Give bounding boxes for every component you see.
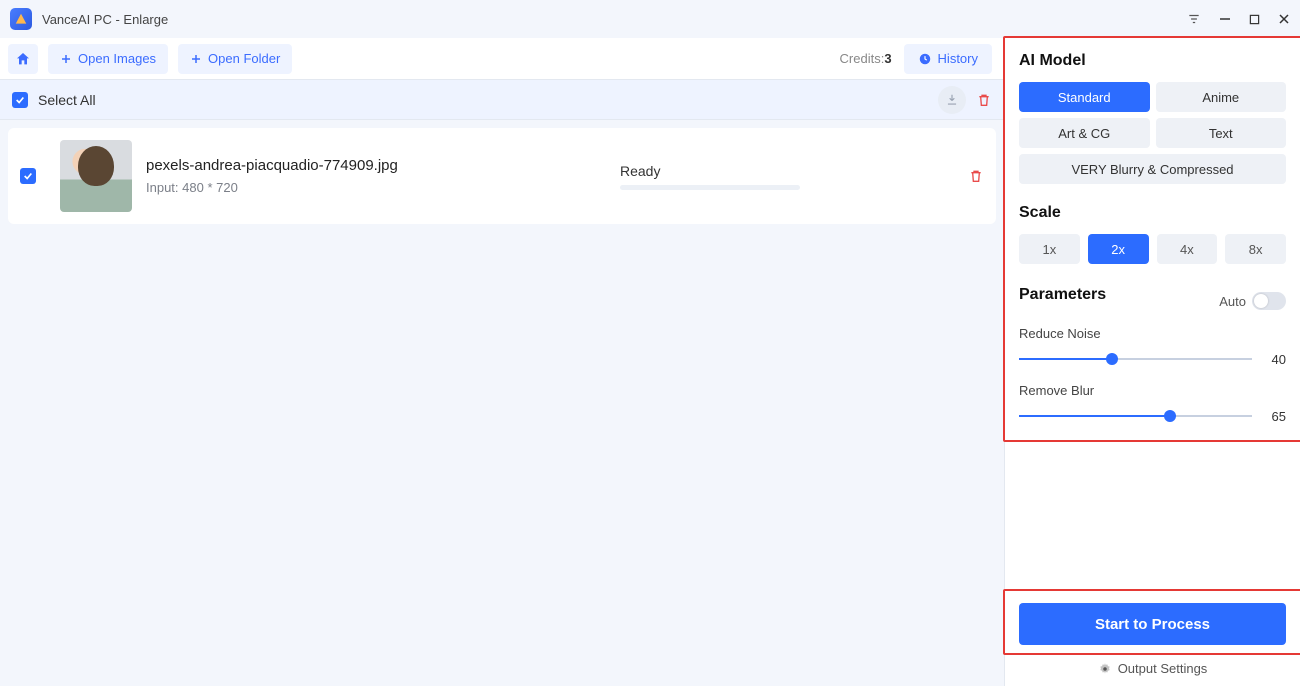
trash-icon	[976, 92, 992, 108]
side-panel: AI Model Standard Anime Art & CG Text VE…	[1004, 38, 1300, 686]
scale-options: 1x 2x 4x 8x	[1019, 234, 1286, 264]
output-settings-button[interactable]: Output Settings	[1005, 653, 1300, 686]
remove-blur-label: Remove Blur	[1019, 383, 1286, 398]
check-icon	[15, 95, 25, 105]
trash-icon	[968, 168, 984, 184]
window-controls	[1187, 12, 1290, 26]
toolbar: Open Images Open Folder Credits:3 Histor…	[0, 38, 1004, 80]
thumbnail	[60, 140, 132, 212]
home-icon	[15, 51, 31, 67]
filter-icon[interactable]	[1187, 12, 1201, 26]
output-settings-label: Output Settings	[1118, 661, 1208, 676]
download-all-button[interactable]	[938, 86, 966, 114]
history-button[interactable]: History	[904, 44, 992, 74]
delete-all-button[interactable]	[976, 92, 992, 108]
plus-icon	[60, 53, 72, 65]
credits-value: 3	[884, 51, 891, 66]
settings-block: AI Model Standard Anime Art & CG Text VE…	[1005, 38, 1300, 440]
content-pane: Open Images Open Folder Credits:3 Histor…	[0, 38, 1004, 686]
titlebar: VanceAI PC - Enlarge	[0, 0, 1300, 38]
home-button[interactable]	[8, 44, 38, 74]
model-standard[interactable]: Standard	[1019, 82, 1150, 112]
close-button[interactable]	[1278, 13, 1290, 25]
delete-file-button[interactable]	[968, 168, 984, 184]
history-label: History	[938, 51, 978, 66]
parameters-heading: Parameters	[1019, 286, 1106, 304]
remove-blur-value: 65	[1262, 409, 1286, 424]
credits-display: Credits:3	[840, 51, 892, 66]
maximize-button[interactable]	[1249, 14, 1260, 25]
open-images-button[interactable]: Open Images	[48, 44, 168, 74]
progress-bar	[620, 185, 800, 190]
plus-icon	[190, 53, 202, 65]
app-icon	[10, 8, 32, 30]
select-all-label: Select All	[38, 92, 96, 108]
file-checkbox[interactable]	[20, 168, 36, 184]
remove-blur-slider[interactable]	[1019, 408, 1252, 424]
auto-toggle[interactable]	[1252, 292, 1286, 310]
open-folder-button[interactable]: Open Folder	[178, 44, 292, 74]
reduce-noise-value: 40	[1262, 352, 1286, 367]
model-anime[interactable]: Anime	[1156, 82, 1287, 112]
download-icon	[945, 93, 959, 107]
file-list: pexels-andrea-piacquadio-774909.jpg Inpu…	[0, 120, 1004, 232]
scale-heading: Scale	[1019, 204, 1286, 222]
model-text[interactable]: Text	[1156, 118, 1287, 148]
check-icon	[23, 171, 33, 181]
model-blurry[interactable]: VERY Blurry & Compressed	[1019, 154, 1286, 184]
file-name: pexels-andrea-piacquadio-774909.jpg	[146, 157, 546, 174]
credits-label: Credits:	[840, 51, 885, 66]
process-area: Start to Process	[1005, 591, 1300, 653]
scale-1x[interactable]: 1x	[1019, 234, 1080, 264]
clock-icon	[918, 52, 932, 66]
remove-blur-row: Remove Blur 65	[1019, 383, 1286, 424]
model-art-cg[interactable]: Art & CG	[1019, 118, 1150, 148]
minimize-button[interactable]	[1219, 13, 1231, 25]
ai-model-options: Standard Anime Art & CG Text VERY Blurry…	[1019, 82, 1286, 184]
file-item: pexels-andrea-piacquadio-774909.jpg Inpu…	[8, 128, 996, 224]
gear-icon	[1098, 662, 1112, 676]
window-title: VanceAI PC - Enlarge	[42, 12, 168, 27]
file-dimensions: Input: 480 * 720	[146, 180, 546, 195]
open-folder-label: Open Folder	[208, 51, 280, 66]
scale-2x[interactable]: 2x	[1088, 234, 1149, 264]
reduce-noise-slider[interactable]	[1019, 351, 1252, 367]
open-images-label: Open Images	[78, 51, 156, 66]
scale-8x[interactable]: 8x	[1225, 234, 1286, 264]
select-all-checkbox[interactable]	[12, 92, 28, 108]
select-all-row: Select All	[0, 80, 1004, 120]
auto-label: Auto	[1219, 294, 1246, 309]
reduce-noise-row: Reduce Noise 40	[1019, 326, 1286, 367]
start-process-button[interactable]: Start to Process	[1019, 603, 1286, 645]
file-status: Ready	[620, 163, 810, 179]
scale-4x[interactable]: 4x	[1157, 234, 1218, 264]
ai-model-heading: AI Model	[1019, 52, 1286, 70]
reduce-noise-label: Reduce Noise	[1019, 326, 1286, 341]
